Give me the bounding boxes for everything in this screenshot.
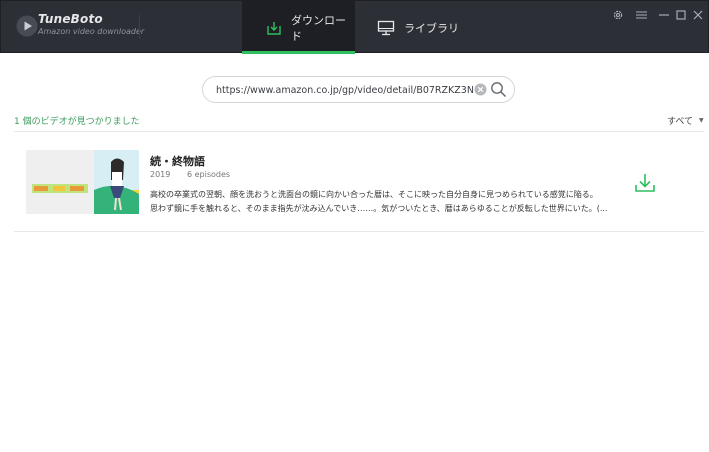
search-icon[interactable]	[490, 81, 507, 98]
video-thumbnail-poster	[94, 150, 139, 214]
settings-button[interactable]	[610, 7, 626, 23]
filter-label: すべて	[667, 117, 694, 127]
tab-library-label: ライブラリ	[404, 21, 459, 35]
video-title: 続・終物語	[150, 155, 205, 168]
close-button[interactable]	[690, 7, 706, 23]
video-description-line-1: 高校の卒業式の翌朝、顔を洗おうと洗面台の鏡に向かい合った暦は、そこに映った自分自…	[150, 190, 598, 199]
header-divider	[14, 131, 704, 132]
filter-dropdown[interactable]: すべて ▼	[667, 114, 704, 127]
minimize-icon	[659, 14, 669, 16]
menu-button[interactable]	[633, 7, 649, 23]
gear-icon	[613, 10, 623, 20]
tab-download[interactable]: ダウンロード	[242, 1, 355, 54]
video-episode-count: 6 episodes	[187, 170, 231, 179]
app-name: TuneBoto	[38, 12, 103, 26]
download-tray-icon	[266, 20, 282, 36]
url-search-bar	[202, 76, 515, 103]
close-icon	[693, 10, 703, 20]
results-count: 1 個のビデオが見つかりました	[14, 117, 140, 127]
caret-down-icon: ▼	[699, 117, 704, 124]
video-description-line-2: 思わず鏡に手を触れると、そのまま指先が沈み込んでいき……。気がついたとき、暦はあ…	[150, 204, 608, 213]
tab-library[interactable]: ライブラリ	[375, 1, 485, 54]
video-thumbnail-banner	[26, 150, 94, 214]
maximize-button[interactable]	[673, 7, 689, 23]
app-subtitle: Amazon video downloader	[38, 27, 145, 36]
maximize-icon	[676, 10, 686, 20]
url-search-input[interactable]	[216, 81, 474, 99]
row-divider	[14, 231, 704, 232]
title-divider	[139, 15, 140, 39]
video-year: 2019	[150, 170, 171, 179]
minimize-button[interactable]	[656, 7, 672, 23]
video-list-item: 続・終物語 2019 6 episodes 高校の卒業式の翌朝、顔を洗おうと洗面…	[14, 141, 704, 231]
app-logo-icon	[16, 15, 38, 37]
menu-icon	[635, 11, 647, 19]
download-icon[interactable]	[633, 171, 657, 195]
title-bar: TuneBoto Amazon video downloader ダウンロード …	[0, 0, 709, 54]
tab-download-label: ダウンロード	[291, 13, 346, 43]
monitor-icon	[377, 20, 395, 36]
clear-icon[interactable]	[474, 83, 487, 96]
